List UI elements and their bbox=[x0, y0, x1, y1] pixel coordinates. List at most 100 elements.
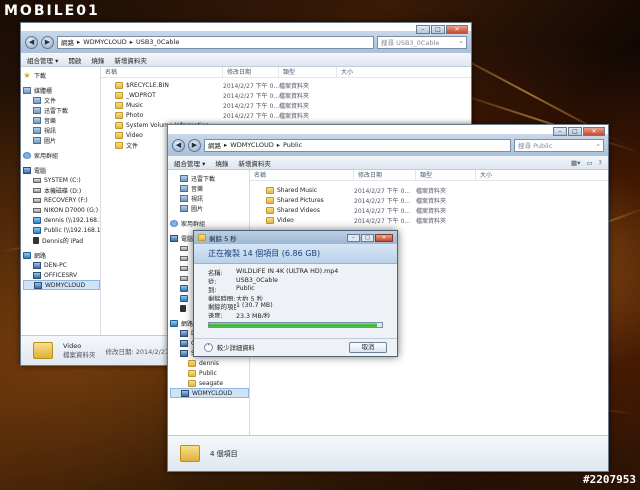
lib-icon bbox=[180, 184, 188, 192]
organize-button[interactable]: 組合管理 ▾ bbox=[174, 158, 205, 168]
breadcrumb-item[interactable]: WDMYCLOUD bbox=[83, 38, 126, 46]
detail-label: 剩餘的項目: bbox=[208, 304, 236, 310]
breadcrumb-item[interactable]: Public bbox=[283, 141, 302, 149]
view-options-icon[interactable]: ▦▾ bbox=[571, 159, 580, 167]
breadcrumb-item[interactable]: 網路 bbox=[208, 140, 221, 150]
file-row[interactable]: Video 2014/2/27 下午 0... 檔案資料夾 bbox=[266, 215, 608, 225]
nav-item[interactable]: Public bbox=[170, 368, 249, 378]
file-row[interactable]: Shared Videos 2014/2/27 下午 0... 檔案資料夾 bbox=[266, 205, 608, 215]
file-name-cell: Shared Pictures bbox=[266, 196, 354, 204]
nav-item[interactable]: dennis (\\192.168.1 bbox=[23, 215, 100, 225]
nav-item[interactable]: 媒體櫃 bbox=[23, 85, 100, 95]
column-size[interactable]: 大小 bbox=[337, 67, 377, 77]
nav-item[interactable]: ★ 下載 bbox=[23, 70, 100, 80]
nav-item[interactable]: RECOVERY (F:) bbox=[23, 195, 100, 205]
file-type: 檔案資料夾 bbox=[279, 102, 310, 110]
column-name[interactable]: 名稱 bbox=[250, 170, 354, 180]
new-folder-button[interactable]: 新增資料夾 bbox=[238, 158, 271, 168]
file-type: 檔案資料夾 bbox=[279, 82, 310, 90]
less-info-toggle[interactable]: ˄ 較少詳細資料 bbox=[204, 343, 255, 352]
maximize-button[interactable]: □ bbox=[568, 127, 582, 136]
breadcrumb-item[interactable]: USB3_0Cable bbox=[136, 38, 179, 46]
file-date: 2014/2/27 下午 0... bbox=[223, 112, 279, 120]
pc-icon bbox=[180, 339, 188, 347]
maximize-button[interactable]: □ bbox=[431, 25, 445, 34]
column-type[interactable]: 類型 bbox=[279, 67, 337, 77]
file-row[interactable]: $RECYCLE.BIN 2014/2/27 下午 0... 檔案資料夾 bbox=[115, 80, 471, 90]
column-headers: 名稱 修改日期 類型 大小 bbox=[250, 170, 608, 181]
navigation-bar: ◀ ▶ 網路 ▸ WDMYCLOUD ▸ Public 搜尋 Public ⌕ bbox=[168, 134, 608, 156]
address-bar[interactable]: 網路 ▸ WDMYCLOUD ▸ USB3_0Cable bbox=[57, 35, 374, 49]
file-row[interactable]: Photo 2014/2/27 下午 0... 檔案資料夾 bbox=[115, 110, 471, 120]
nav-item[interactable]: 家用群組 bbox=[170, 218, 249, 228]
preview-pane-icon[interactable]: ▭ bbox=[586, 159, 592, 167]
forward-icon[interactable]: ▶ bbox=[41, 35, 54, 49]
nav-item[interactable]: 視訊 bbox=[23, 125, 100, 135]
column-size[interactable]: 大小 bbox=[476, 170, 516, 180]
close-button[interactable]: ✕ bbox=[375, 233, 393, 242]
nav-item[interactable]: dennis bbox=[170, 358, 249, 368]
cancel-button[interactable]: 取消 bbox=[349, 342, 387, 353]
nav-item[interactable]: WDMYCLOUD bbox=[23, 280, 100, 290]
nav-item[interactable]: 網路 bbox=[23, 250, 100, 260]
organize-button[interactable]: 組合管理 ▾ bbox=[27, 55, 58, 65]
minimize-button[interactable]: – bbox=[416, 25, 430, 34]
nav-item[interactable]: 圖片 bbox=[170, 203, 249, 213]
address-bar[interactable]: 網路 ▸ WDMYCLOUD ▸ Public bbox=[204, 138, 511, 152]
nav-item[interactable]: NIKON D7000 (G:) bbox=[23, 205, 100, 215]
pc-icon bbox=[34, 281, 42, 289]
net-icon bbox=[180, 294, 188, 302]
nav-item[interactable]: 音樂 bbox=[23, 115, 100, 125]
nav-item[interactable]: WDMYCLOUD bbox=[170, 388, 249, 398]
nav-item[interactable]: 電腦 bbox=[23, 165, 100, 175]
nav-item[interactable]: OFFICESRV bbox=[23, 270, 100, 280]
minimize-button[interactable]: – bbox=[553, 127, 567, 136]
column-type[interactable]: 類型 bbox=[416, 170, 476, 180]
minimize-button[interactable]: – bbox=[347, 233, 360, 242]
breadcrumb-item[interactable]: WDMYCLOUD bbox=[230, 141, 273, 149]
lib-icon bbox=[33, 136, 41, 144]
file-row[interactable]: Music 2014/2/27 下午 0... 檔案資料夾 bbox=[115, 100, 471, 110]
burn-button[interactable]: 燒錄 bbox=[91, 55, 104, 65]
close-button[interactable]: ✕ bbox=[446, 25, 468, 34]
details-name: Video bbox=[63, 341, 82, 350]
nav-item[interactable]: DEN-PC bbox=[23, 260, 100, 270]
column-date[interactable]: 修改日期 bbox=[223, 67, 279, 77]
back-icon[interactable]: ◀ bbox=[172, 138, 185, 152]
column-date[interactable]: 修改日期 bbox=[354, 170, 416, 180]
nav-item[interactable]: SYSTEM (C:) bbox=[23, 175, 100, 185]
breadcrumb-item[interactable]: 網路 bbox=[61, 37, 74, 47]
nav-item[interactable]: 迅雷下載 bbox=[23, 105, 100, 115]
nav-item[interactable]: 本機磁碟 (D:) bbox=[23, 185, 100, 195]
nav-item[interactable]: 家用群組 bbox=[23, 150, 100, 160]
maximize-button[interactable]: □ bbox=[361, 233, 374, 242]
chevron-up-icon: ˄ bbox=[204, 343, 213, 352]
pc-icon bbox=[23, 166, 31, 174]
nav-item[interactable]: Dennis的 iPad bbox=[23, 235, 100, 245]
back-icon[interactable]: ◀ bbox=[25, 35, 38, 49]
nav-item[interactable]: 圖片 bbox=[23, 135, 100, 145]
file-row[interactable]: _WDPROT 2014/2/27 下午 0... 檔案資料夾 bbox=[115, 90, 471, 100]
forward-icon[interactable]: ▶ bbox=[188, 138, 201, 152]
file-date: 2014/2/27 下午 0... bbox=[223, 82, 279, 90]
column-name[interactable]: 名稱 bbox=[101, 67, 223, 77]
new-folder-button[interactable]: 新增資料夾 bbox=[114, 55, 147, 65]
nav-item[interactable]: 迅雷下載 bbox=[170, 173, 249, 183]
nav-item[interactable]: seagate bbox=[170, 378, 249, 388]
nav-item[interactable]: 文件 bbox=[23, 95, 100, 105]
file-row[interactable]: Shared Music 2014/2/27 下午 0... 檔案資料夾 bbox=[266, 185, 608, 195]
file-row[interactable]: Shared Pictures 2014/2/27 下午 0... 檔案資料夾 bbox=[266, 195, 608, 205]
search-input[interactable]: 搜尋 USB3_0Cable ⌕ bbox=[377, 35, 467, 49]
nav-item[interactable]: 音樂 bbox=[170, 183, 249, 193]
open-button[interactable]: 開啟 bbox=[68, 55, 81, 65]
drive-icon bbox=[180, 275, 188, 281]
nav-item[interactable]: Public (\\192.168.1 bbox=[23, 225, 100, 235]
help-icon[interactable]: ? bbox=[599, 159, 602, 167]
burn-button[interactable]: 燒錄 bbox=[215, 158, 228, 168]
search-input[interactable]: 搜尋 Public ⌕ bbox=[514, 138, 604, 152]
close-button[interactable]: ✕ bbox=[583, 127, 605, 136]
drive-icon bbox=[33, 177, 41, 183]
ipad-icon bbox=[180, 304, 186, 312]
site-logo: MOBILE01 bbox=[4, 3, 100, 19]
nav-item[interactable]: 視訊 bbox=[170, 193, 249, 203]
